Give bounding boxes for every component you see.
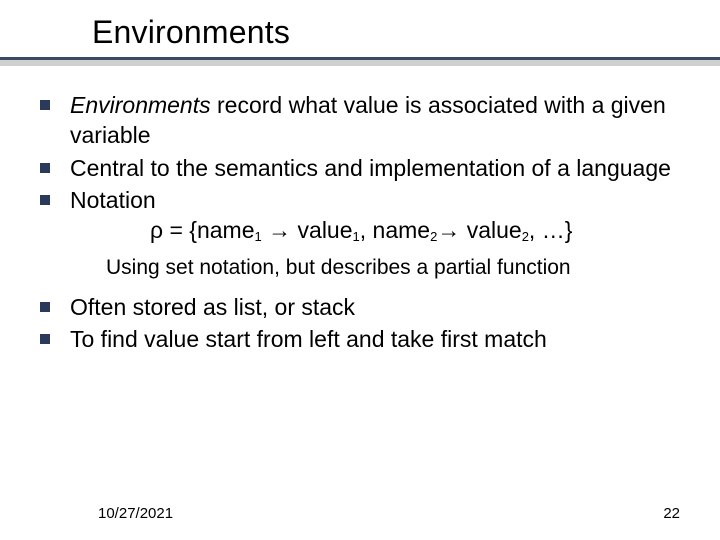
title-block: Environments [0,0,720,66]
subscript: 2 [522,229,529,244]
subscript: 1 [255,229,262,244]
arrow-text: → value [262,217,353,243]
footer-page-number: 22 [663,505,680,522]
italic-term: Environments [70,92,211,118]
arrow-text: → value [437,217,521,243]
bullet-text: To find value start from left and take f… [70,326,547,352]
bullet-text: Often stored as list, or stack [70,294,355,320]
notation-text: , name [360,217,430,243]
slide-body: Environments record what value is associ… [0,66,720,354]
bullet-item: To find value start from left and take f… [36,324,694,354]
bullet-list: Often stored as list, or stack To find v… [36,292,694,355]
bullet-item: Environments record what value is associ… [36,90,694,151]
rho-symbol: ρ = {name [150,217,255,243]
bullet-item: Notation ρ = {name1 → value1, name2→ val… [36,185,694,246]
bullet-text: Central to the semantics and implementat… [70,155,671,181]
footer-date: 10/27/2021 [98,505,173,522]
slide-title: Environments [92,14,720,51]
subscript: 1 [353,229,360,244]
bullet-list: Environments record what value is associ… [36,90,694,246]
notation-text: , …} [529,217,572,243]
bullet-text: Notation [70,187,156,213]
note-line: Using set notation, but describes a part… [106,254,694,282]
bullet-item: Often stored as list, or stack [36,292,694,322]
bullet-item: Central to the semantics and implementat… [36,153,694,183]
notation-line: ρ = {name1 → value1, name2→ value2, …} [70,215,694,245]
